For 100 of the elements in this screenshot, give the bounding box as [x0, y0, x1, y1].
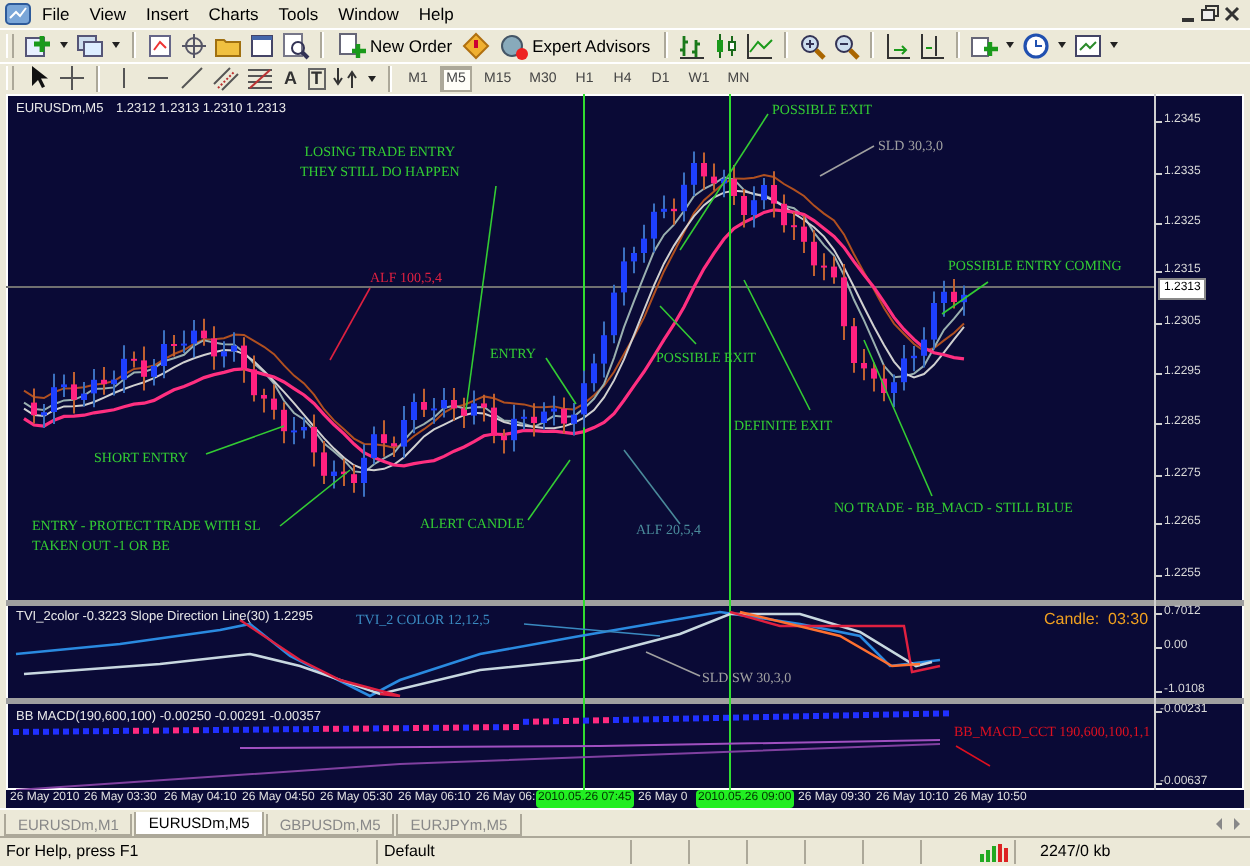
leader-line: [941, 280, 989, 315]
template-icon[interactable]: [1074, 31, 1103, 60]
windows-icon[interactable]: [76, 31, 104, 60]
candle: [581, 369, 587, 429]
window-icon[interactable]: [248, 31, 276, 60]
expert-advisors-button[interactable]: Expert Advisors: [496, 30, 655, 61]
candle: [871, 361, 877, 393]
diamond-icon[interactable]: [462, 31, 491, 60]
candle: [231, 330, 237, 363]
candle: [931, 290, 937, 351]
arrows-icon[interactable]: [332, 64, 360, 93]
menu-item[interactable]: Charts: [198, 2, 269, 26]
candle: [651, 202, 657, 254]
auto-scroll-icon[interactable]: [884, 31, 913, 60]
candle: [331, 459, 337, 490]
menu-item[interactable]: Insert: [135, 2, 199, 26]
candle-timer: Candle: 03:30: [1044, 607, 1149, 630]
candle: [101, 365, 107, 396]
candle: [761, 176, 767, 210]
caret-icon[interactable]: [58, 38, 70, 53]
candle: [901, 343, 907, 392]
candle: [791, 210, 797, 241]
candle: [311, 413, 317, 468]
candle: [111, 369, 117, 397]
line-chart-icon[interactable]: [746, 31, 775, 60]
leader-line: [645, 650, 701, 677]
clock-icon[interactable]: [1022, 31, 1051, 60]
text-tool-button[interactable]: A: [280, 65, 301, 92]
candle: [641, 223, 647, 264]
new-order-button[interactable]: New Order: [334, 30, 457, 61]
menu-item[interactable]: View: [79, 2, 136, 26]
crosshair-icon[interactable]: [58, 64, 86, 93]
leader-line: [523, 622, 661, 637]
candle: [41, 402, 47, 429]
menu-item[interactable]: Window: [328, 2, 409, 26]
candle: [381, 418, 387, 458]
candle: [941, 279, 947, 318]
candle: [141, 345, 147, 392]
menu-item[interactable]: File: [32, 2, 80, 26]
menu-item[interactable]: Tools: [268, 2, 329, 26]
candle: [211, 324, 217, 371]
restore-icon[interactable]: [1200, 2, 1220, 26]
candle: [281, 400, 287, 444]
candle: [511, 403, 517, 453]
caret-icon[interactable]: [1056, 38, 1069, 53]
new-chart-icon[interactable]: [24, 31, 52, 60]
candle: [481, 393, 487, 423]
candle: [571, 401, 577, 437]
leader-line: [659, 304, 697, 345]
crosshair-icon[interactable]: [180, 31, 208, 60]
candle: [431, 396, 437, 425]
candle: [121, 343, 127, 394]
caret-icon[interactable]: [366, 71, 378, 86]
caret-icon[interactable]: [1004, 38, 1017, 53]
candle: [31, 387, 37, 425]
candlestick-icon[interactable]: [712, 31, 741, 60]
close-icon[interactable]: [1222, 2, 1242, 26]
candle: [671, 197, 677, 226]
candle: [81, 380, 87, 408]
candle: [661, 194, 667, 219]
left-arrow-icon[interactable]: [1212, 813, 1226, 834]
menu-item[interactable]: Help: [408, 2, 464, 26]
candle: [191, 318, 197, 359]
candle: [131, 350, 137, 369]
candle: [851, 316, 857, 374]
caret-icon[interactable]: [1108, 38, 1121, 53]
leader-line: [955, 744, 991, 767]
trendline-icon[interactable]: [178, 64, 206, 93]
candle: [741, 187, 747, 229]
candle: [781, 193, 787, 234]
candle: [621, 246, 627, 307]
candle: [171, 333, 177, 358]
candle: [551, 394, 557, 427]
caret-icon[interactable]: [110, 38, 122, 53]
channel-icon[interactable]: [212, 64, 240, 93]
chart-shift-icon[interactable]: [918, 31, 947, 60]
candle: [531, 401, 537, 438]
leader-line: [819, 144, 875, 177]
candle: [341, 457, 347, 487]
candle: [881, 363, 887, 402]
candle: [891, 373, 897, 408]
candle: [351, 463, 357, 494]
fibonacci-icon[interactable]: [246, 64, 274, 93]
candle: [441, 386, 447, 419]
zoom-in-icon[interactable]: [798, 31, 827, 60]
candle: [721, 168, 727, 198]
candle: [521, 408, 527, 431]
candle: [151, 357, 157, 387]
indicator-icon[interactable]: [970, 31, 999, 60]
candle: [841, 262, 847, 341]
zoom-out-icon[interactable]: [832, 31, 861, 60]
candle: [601, 320, 607, 379]
bar-chart-icon[interactable]: [678, 31, 707, 60]
label-tool-button[interactable]: T: [307, 67, 326, 90]
right-arrow-icon[interactable]: [1230, 813, 1244, 834]
leader-line: [545, 356, 577, 405]
leader-line: [329, 286, 371, 361]
candle: [321, 439, 327, 485]
candle: [831, 255, 837, 285]
magnifier-icon[interactable]: [282, 31, 310, 60]
